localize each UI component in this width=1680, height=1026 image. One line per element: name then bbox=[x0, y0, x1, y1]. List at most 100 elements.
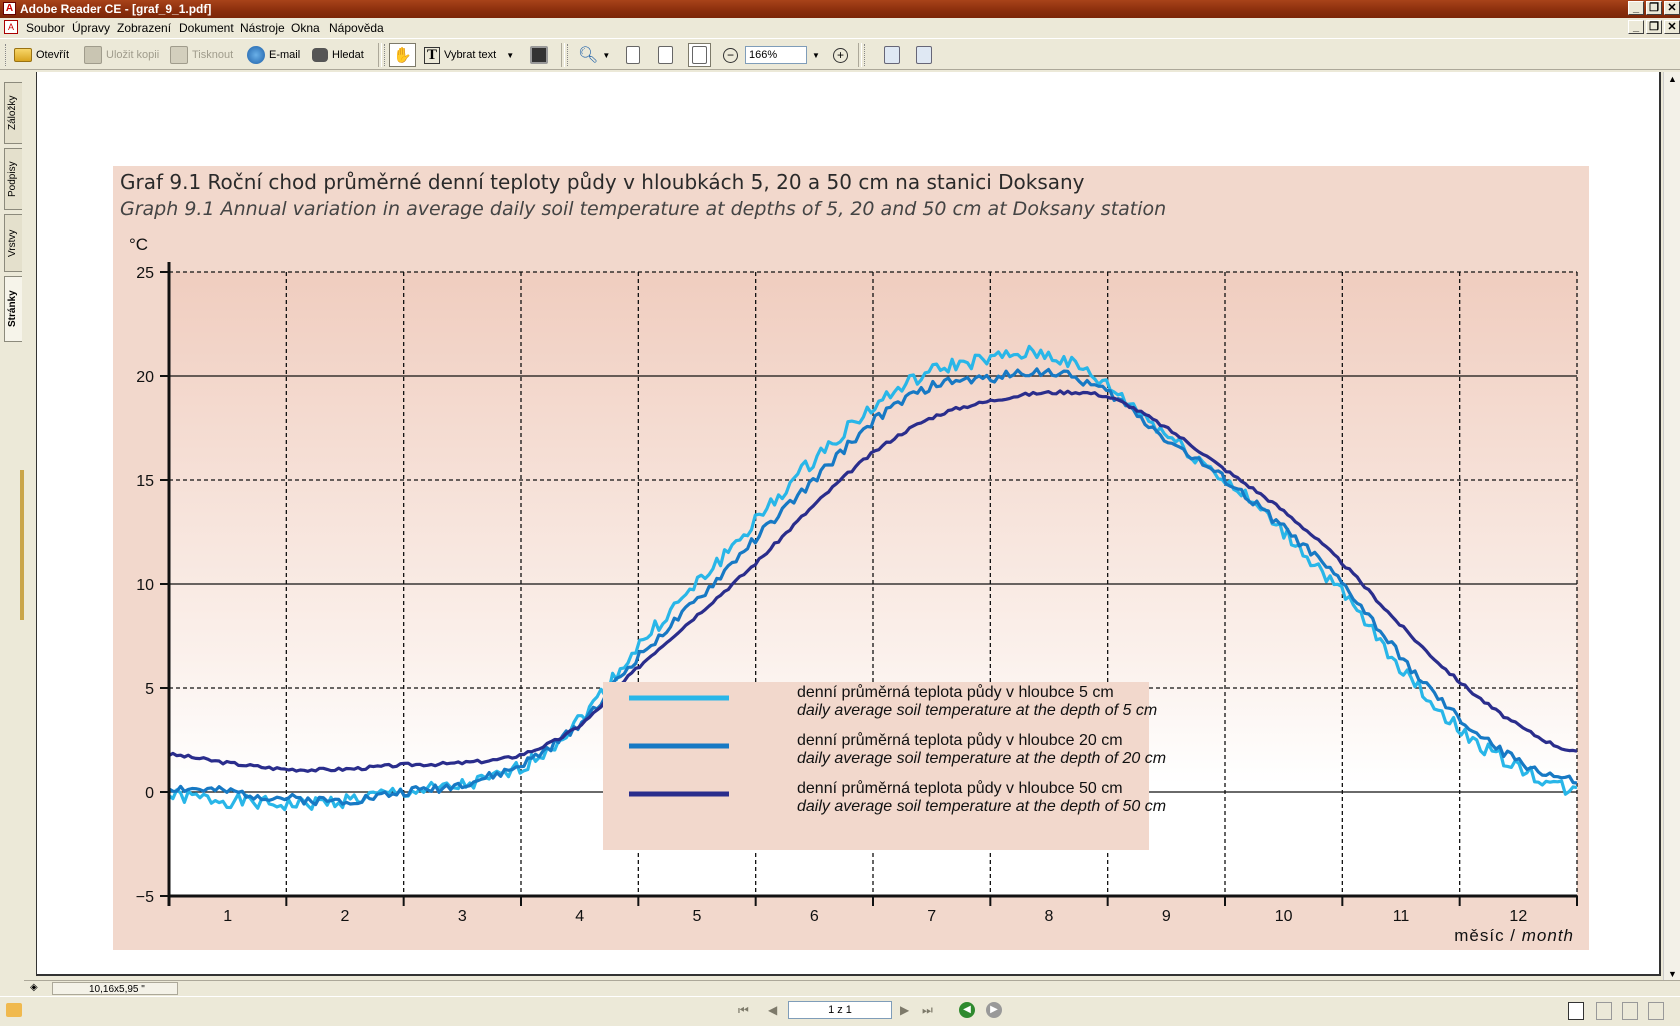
zoom-field[interactable]: 166% bbox=[745, 46, 807, 64]
folder-icon bbox=[14, 48, 32, 62]
menu-upravy[interactable]: Úpravy bbox=[72, 21, 110, 35]
chart: Graf 9.1 Roční chod průměrné denní teplo… bbox=[113, 166, 1589, 950]
print-button[interactable]: Tisknout bbox=[170, 44, 233, 66]
menu-okna[interactable]: Okna bbox=[291, 21, 320, 35]
actual-size-page-icon bbox=[626, 46, 640, 64]
first-page-button[interactable]: ⏮ bbox=[738, 1003, 749, 1018]
facing-layout-icon[interactable] bbox=[1648, 1002, 1664, 1020]
x-tick-label: 1 bbox=[223, 908, 232, 925]
select-text-label: Vybrat text bbox=[444, 49, 497, 61]
fit-width-icon bbox=[692, 46, 707, 64]
menu-dokument[interactable]: Dokument bbox=[179, 21, 234, 35]
x-tick-label: 12 bbox=[1509, 908, 1527, 925]
tab-podpisy[interactable]: Podpisy bbox=[4, 148, 22, 210]
camera-icon bbox=[530, 46, 548, 64]
minus-icon: − bbox=[723, 47, 738, 63]
zoom-in-button[interactable]: + bbox=[833, 44, 848, 66]
toolbar-separator bbox=[378, 43, 382, 67]
fit-page-icon bbox=[658, 46, 673, 64]
y-tick-label: 20 bbox=[136, 369, 154, 386]
toolbar-grip[interactable] bbox=[384, 44, 388, 66]
previous-page-button[interactable]: ◀ bbox=[768, 1003, 777, 1017]
open-button[interactable]: Otevřít bbox=[14, 44, 69, 66]
x-tick-label: 3 bbox=[458, 908, 467, 925]
document-icon[interactable]: A bbox=[4, 20, 18, 34]
snapshot-button[interactable] bbox=[530, 44, 548, 66]
magnifier-icon: 🔍︎ bbox=[578, 47, 599, 64]
legend-label-en: daily average soil temperature at the de… bbox=[797, 798, 1166, 815]
hand-tool-button[interactable]: ✋ bbox=[389, 43, 416, 67]
title-bar: A Adobe Reader CE - [graf_9_1.pdf] _ ❐ ✕ bbox=[0, 0, 1680, 18]
chevron-down-icon[interactable]: ▼ bbox=[506, 51, 514, 60]
toolbar-separator bbox=[858, 43, 862, 67]
zoom-out-button[interactable]: − bbox=[723, 44, 738, 66]
select-text-button[interactable]: T Vybrat text ▼ bbox=[424, 44, 514, 66]
toolbar-grip[interactable] bbox=[864, 44, 868, 66]
app-icon: A bbox=[3, 2, 16, 15]
zoom-dropdown[interactable]: ▼ bbox=[812, 44, 820, 66]
x-tick-label: 4 bbox=[575, 908, 584, 925]
continuous-facing-layout-icon[interactable] bbox=[1622, 1002, 1638, 1020]
rotate-right-button[interactable] bbox=[916, 44, 932, 66]
status-bar: ⏮ ◀ 1 z 1 ▶ ⏭ ◀ ▶ bbox=[0, 996, 1680, 1026]
doc-close-button[interactable]: ✕ bbox=[1664, 20, 1680, 34]
search-button[interactable]: Hledat bbox=[312, 44, 364, 66]
close-button[interactable]: ✕ bbox=[1664, 1, 1680, 15]
open-label: Otevřít bbox=[36, 49, 70, 61]
rotate-left-icon bbox=[884, 46, 900, 64]
y-axis-label: °C bbox=[129, 235, 148, 254]
x-tick-label: 6 bbox=[810, 908, 819, 925]
y-tick-label: 10 bbox=[136, 577, 154, 594]
actual-size-button[interactable] bbox=[626, 44, 640, 66]
y-tick-label: 15 bbox=[136, 473, 154, 490]
tab-stranky[interactable]: Stránky bbox=[4, 276, 22, 342]
x-tick-label: 5 bbox=[693, 908, 702, 925]
email-label: E-mail bbox=[269, 49, 301, 61]
tab-zalozky[interactable]: Záložky bbox=[4, 82, 22, 144]
y-tick-label: −5 bbox=[136, 889, 154, 906]
vertical-scrollbar[interactable]: ▲ ▼ bbox=[1663, 72, 1680, 984]
menu-zobrazeni[interactable]: Zobrazení bbox=[117, 21, 171, 35]
menu-nastroje[interactable]: Nástroje bbox=[240, 21, 285, 35]
zoom-in-tool-button[interactable]: 🔍︎ ▼ bbox=[578, 44, 610, 66]
fit-width-button[interactable] bbox=[688, 43, 711, 67]
go-back-icon[interactable]: ◀ bbox=[959, 1002, 975, 1018]
go-forward-icon[interactable]: ▶ bbox=[986, 1002, 1002, 1018]
menu-soubor[interactable]: Soubor bbox=[26, 21, 65, 35]
chevron-down-icon: ▼ bbox=[812, 50, 820, 60]
binoculars-icon bbox=[312, 48, 328, 62]
legend-label: denní průměrná teplota půdy v hloubce 5 … bbox=[797, 683, 1114, 701]
print-label: Tisknout bbox=[192, 49, 234, 61]
email-button[interactable]: E-mail bbox=[247, 44, 300, 66]
x-tick-label: 10 bbox=[1275, 908, 1293, 925]
scroll-up-arrow[interactable]: ▲ bbox=[1665, 72, 1680, 87]
last-page-button[interactable]: ⏭ bbox=[922, 1003, 933, 1018]
horizontal-scrollbar[interactable]: ◈ 10,16x5,95 " bbox=[24, 980, 1680, 996]
doc-minimize-button[interactable]: _ bbox=[1628, 20, 1644, 34]
save-copy-button[interactable]: Uložit kopii bbox=[84, 44, 159, 66]
single-page-layout-icon[interactable] bbox=[1568, 1002, 1584, 1020]
maximize-button[interactable]: ❐ bbox=[1646, 1, 1662, 15]
toolbar-grip[interactable] bbox=[5, 44, 9, 66]
y-tick-label: 25 bbox=[136, 265, 154, 282]
document-window-controls: _ ❐ ✕ bbox=[1628, 20, 1680, 34]
printer-icon bbox=[170, 46, 188, 64]
minimize-button[interactable]: _ bbox=[1628, 1, 1644, 15]
continuous-layout-icon[interactable] bbox=[1596, 1002, 1612, 1020]
chevron-down-icon[interactable]: ▼ bbox=[602, 51, 610, 60]
legend-label-en: daily average soil temperature at the de… bbox=[797, 702, 1157, 719]
menu-napoveda[interactable]: Nápověda bbox=[329, 21, 384, 35]
next-page-button[interactable]: ▶ bbox=[900, 1003, 909, 1017]
legend-label-en: daily average soil temperature at the de… bbox=[797, 750, 1166, 767]
legend-label: denní průměrná teplota půdy v hloubce 50… bbox=[797, 779, 1123, 797]
navigation-tabs: Záložky Podpisy Vrstvy Stránky bbox=[0, 70, 24, 990]
rotate-left-button[interactable] bbox=[884, 44, 900, 66]
toolbar-grip[interactable] bbox=[567, 44, 571, 66]
x-tick-label: 2 bbox=[341, 908, 350, 925]
window-controls: _ ❐ ✕ bbox=[1628, 1, 1680, 15]
x-tick-label: 9 bbox=[1162, 908, 1171, 925]
tab-vrstvy[interactable]: Vrstvy bbox=[4, 214, 22, 272]
doc-restore-button[interactable]: ❐ bbox=[1646, 20, 1662, 34]
fit-page-button[interactable] bbox=[658, 44, 673, 66]
page-number-field[interactable]: 1 z 1 bbox=[788, 1001, 892, 1019]
